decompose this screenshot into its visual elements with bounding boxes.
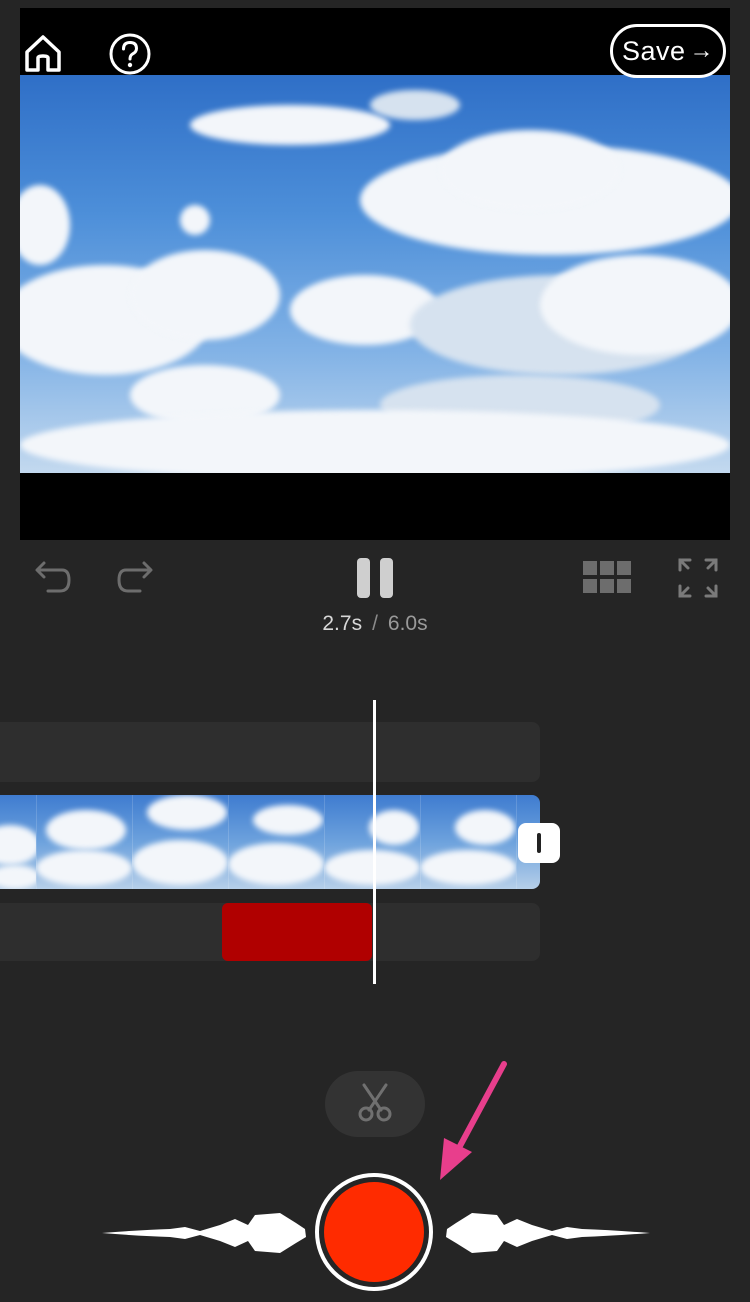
grid-icon[interactable] [583,561,633,600]
total-time: 6.0s [387,612,428,635]
current-time: 2.7s [322,612,363,635]
handle-grip [537,833,541,853]
record-button[interactable] [315,1173,433,1291]
arrow-right-icon: → [689,37,715,64]
redo-icon[interactable] [116,560,156,601]
clip-thumbnail [228,795,325,889]
pause-icon[interactable] [356,557,394,604]
playback-time: 2.7s / 6.0s [0,612,750,636]
scissors-icon [355,1082,395,1127]
clip-end-handle[interactable] [518,823,560,863]
top-track[interactable] [0,722,540,782]
fullscreen-icon[interactable] [678,558,718,603]
preview-image [20,75,730,473]
help-icon[interactable] [108,32,151,75]
recorded-segment[interactable] [222,903,372,961]
right-waveform-icon [446,1213,650,1253]
clip-thumbnail [132,795,229,889]
split-button[interactable] [325,1071,425,1137]
record-icon [324,1182,424,1282]
clip-thumbnail [36,795,133,889]
save-button-label: Save [621,35,686,66]
save-button[interactable]: Save → [610,24,726,78]
playhead[interactable] [373,700,376,984]
video-clip-strip[interactable] [0,795,540,889]
undo-icon[interactable] [32,560,72,601]
clip-thumbnail [0,795,37,889]
clip-thumbnail [420,795,517,889]
left-waveform-icon [102,1213,306,1253]
time-separator: / [372,612,378,635]
home-icon[interactable] [22,32,64,74]
annotation-arrow-icon [440,1061,507,1180]
